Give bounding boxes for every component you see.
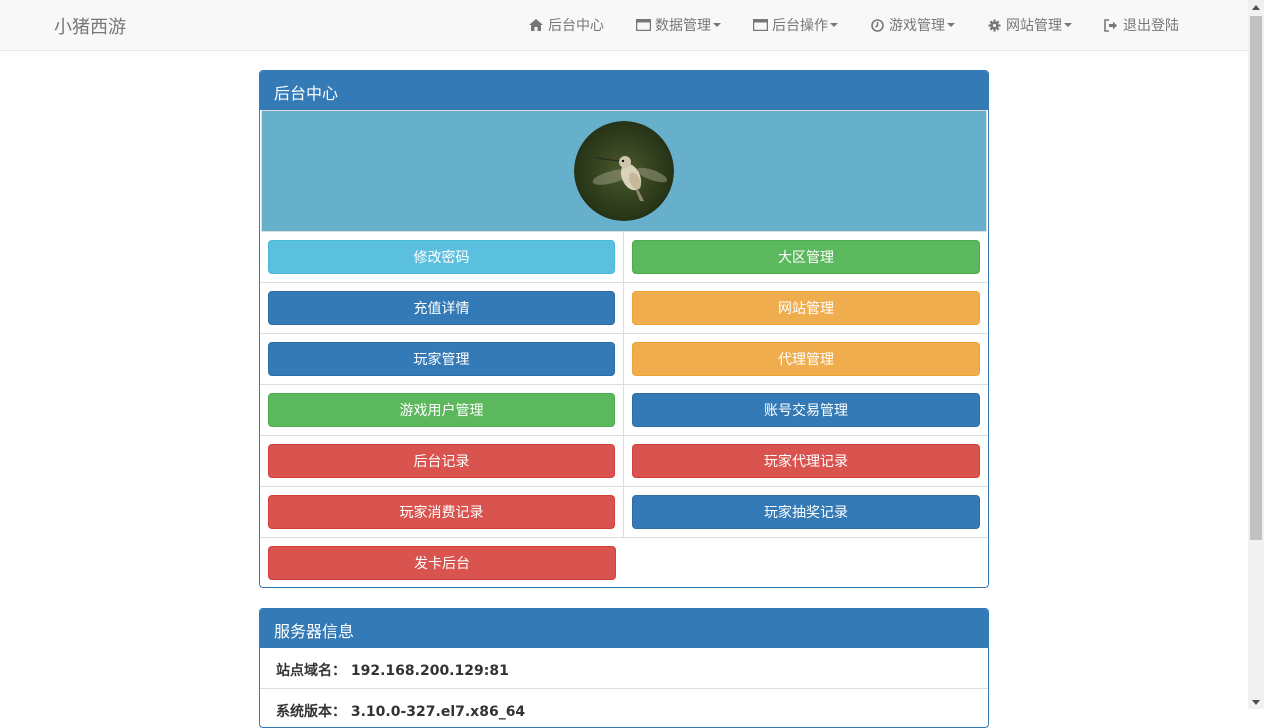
nav-item-label: 退出登陆 <box>1123 18 1179 34</box>
page-scrollbar[interactable] <box>1248 0 1264 709</box>
button-row: 游戏用户管理 账号交易管理 <box>260 385 988 436</box>
nav-item-label: 网站管理 <box>1006 18 1062 34</box>
region-management-button[interactable]: 大区管理 <box>632 240 980 274</box>
nav-item-label: 后台操作 <box>772 18 828 34</box>
nav-item-backend-operations[interactable]: 后台操作 <box>736 0 853 50</box>
nav-item-dashboard[interactable]: 后台中心 <box>512 0 619 50</box>
nav-item-label: 后台中心 <box>548 18 604 34</box>
logout-icon <box>1102 18 1120 32</box>
site-management-button[interactable]: 网站管理 <box>632 291 980 325</box>
button-row: 玩家消费记录 玩家抽奖记录 <box>260 487 988 538</box>
panel-title: 服务器信息 <box>260 609 988 648</box>
panel-title: 后台中心 <box>260 71 988 110</box>
info-row-domain: 站点域名： 192.168.200.129:81 <box>260 648 988 689</box>
avatar-banner <box>261 110 987 232</box>
brand-logo[interactable]: 小猪西游 <box>54 13 126 39</box>
player-lottery-log-button[interactable]: 玩家抽奖记录 <box>632 495 980 529</box>
caret-down-icon <box>830 23 838 27</box>
button-row: 充值详情 网站管理 <box>260 283 988 334</box>
home-icon <box>527 18 545 32</box>
nav-item-site-management[interactable]: 网站管理 <box>970 0 1087 50</box>
button-row: 发卡后台 <box>260 538 988 587</box>
nav-item-logout[interactable]: 退出登陆 <box>1087 0 1194 50</box>
game-user-management-button[interactable]: 游戏用户管理 <box>268 393 615 427</box>
window-icon <box>751 18 769 32</box>
nav-item-label: 数据管理 <box>655 18 711 34</box>
info-value: 3.10.0-327.el7.x86_64 <box>350 704 526 720</box>
card-issuing-backend-button[interactable]: 发卡后台 <box>268 546 616 580</box>
account-trade-management-button[interactable]: 账号交易管理 <box>632 393 980 427</box>
gear-icon <box>985 18 1003 32</box>
info-label: 站点域名： <box>276 663 346 679</box>
button-row: 修改密码 大区管理 <box>260 232 988 283</box>
caret-down-icon <box>1064 23 1072 27</box>
scrollbar-thumb[interactable] <box>1250 16 1262 540</box>
recharge-details-button[interactable]: 充值详情 <box>268 291 615 325</box>
nav-menu: 后台中心 数据管理 后台操作 游戏管理 网站管理 退出登陆 <box>512 0 1194 50</box>
top-navbar: 小猪西游 后台中心 数据管理 后台操作 游戏管理 网站管理 退出登陆 <box>0 0 1248 51</box>
button-row: 玩家管理 代理管理 <box>260 334 988 385</box>
avatar <box>574 121 674 221</box>
nav-item-game-management[interactable]: 游戏管理 <box>853 0 970 50</box>
dashboard-panel: 后台中心 修改密码 大区管理 充值详情 网站管理 玩家管理 代理管理 游戏用户管… <box>259 70 989 588</box>
action-button-grid: 修改密码 大区管理 充值详情 网站管理 玩家管理 代理管理 游戏用户管理 账号交… <box>260 232 988 587</box>
agent-management-button[interactable]: 代理管理 <box>632 342 980 376</box>
player-management-button[interactable]: 玩家管理 <box>268 342 615 376</box>
clock-icon <box>868 18 886 32</box>
caret-down-icon <box>947 23 955 27</box>
player-agent-log-button[interactable]: 玩家代理记录 <box>632 444 980 478</box>
info-label: 系统版本： <box>276 704 346 720</box>
caret-down-icon <box>713 23 721 27</box>
backend-log-button[interactable]: 后台记录 <box>268 444 615 478</box>
nav-item-label: 游戏管理 <box>889 18 945 34</box>
nav-item-data-management[interactable]: 数据管理 <box>619 0 736 50</box>
scroll-up-arrow-icon[interactable] <box>1248 0 1264 14</box>
scroll-down-arrow-icon[interactable] <box>1248 695 1264 709</box>
player-spending-log-button[interactable]: 玩家消费记录 <box>268 495 615 529</box>
window-icon <box>634 18 652 32</box>
info-value: 192.168.200.129:81 <box>350 663 509 679</box>
server-info-panel: 服务器信息 站点域名： 192.168.200.129:81 系统版本： 3.1… <box>259 608 989 728</box>
change-password-button[interactable]: 修改密码 <box>268 240 615 274</box>
button-row: 后台记录 玩家代理记录 <box>260 436 988 487</box>
